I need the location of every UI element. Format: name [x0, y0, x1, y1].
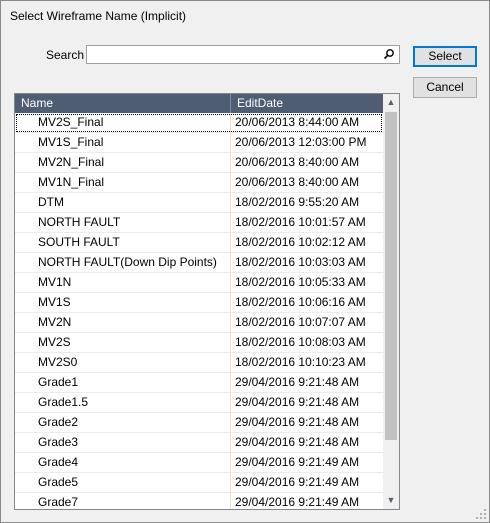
search-field[interactable] — [86, 45, 400, 64]
cancel-button[interactable]: Cancel — [413, 77, 477, 98]
select-wireframe-dialog: Select Wireframe Name (Implicit) Search … — [0, 0, 490, 523]
table-row[interactable]: SOUTH FAULT 18/02/2016 10:02:12 AM — [15, 233, 383, 253]
cell-editdate: 29/04/2016 9:21:48 AM — [235, 415, 360, 429]
cell-name: Grade3 — [15, 433, 231, 452]
cell-name: Grade1 — [15, 373, 231, 392]
cell-name: MV2S — [15, 333, 231, 352]
cell-name: MV2N_Final — [15, 153, 231, 172]
cell-editdate: 20/06/2013 8:44:00 AM — [235, 115, 360, 129]
table-row[interactable]: MV1S 18/02/2016 10:06:16 AM — [15, 293, 383, 313]
cell-editdate: 29/04/2016 9:21:48 AM — [235, 435, 360, 449]
cell-editdate: 29/04/2016 9:21:48 AM — [235, 375, 360, 389]
cell-editdate: 20/06/2013 8:40:00 AM — [235, 175, 360, 189]
cell-name: MV2S0 — [15, 353, 231, 372]
cell-name: Grade4 — [15, 453, 231, 472]
table-row[interactable]: MV1S_Final 20/06/2013 12:03:00 PM — [15, 133, 383, 153]
table-row[interactable]: NORTH FAULT(Down Dip Points) 18/02/2016 1… — [15, 253, 383, 273]
cell-editdate: 18/02/2016 10:05:33 AM — [235, 275, 366, 289]
table-row[interactable]: Grade4 29/04/2016 9:21:49 AM — [15, 453, 383, 473]
cell-editdate: 20/06/2013 12:03:00 PM — [235, 135, 367, 149]
select-button[interactable]: Select — [413, 46, 477, 67]
scroll-thumb[interactable] — [385, 112, 397, 440]
cell-editdate: 29/04/2016 9:21:49 AM — [235, 475, 360, 489]
cell-name: MV1S — [15, 293, 231, 312]
cell-name: Grade2 — [15, 413, 231, 432]
search-icon[interactable] — [383, 48, 395, 60]
table-row[interactable]: MV1N_Final 20/06/2013 8:40:00 AM — [15, 173, 383, 193]
cell-name: NORTH FAULT(Down Dip Points) — [15, 253, 231, 272]
cell-name: NORTH FAULT — [15, 213, 231, 232]
cell-editdate: 18/02/2016 10:02:12 AM — [235, 235, 366, 249]
cell-name: DTM — [15, 193, 231, 212]
cell-name: Grade7 — [15, 493, 231, 509]
scroll-down-icon[interactable]: ▼ — [383, 492, 399, 509]
table-row[interactable]: Grade1 29/04/2016 9:21:48 AM — [15, 373, 383, 393]
column-header-editdate[interactable]: EditDate — [231, 94, 383, 113]
cell-editdate: 29/04/2016 9:21:49 AM — [235, 455, 360, 469]
search-label: Search — [46, 48, 85, 62]
cell-name: SOUTH FAULT — [15, 233, 231, 252]
cell-editdate: 20/06/2013 8:40:00 AM — [235, 155, 360, 169]
cell-editdate: 18/02/2016 10:06:16 AM — [235, 295, 366, 309]
cell-name: Grade1.5 — [15, 393, 231, 412]
table-row[interactable]: Grade3 29/04/2016 9:21:48 AM — [15, 433, 383, 453]
cell-name: MV1N_Final — [15, 173, 231, 192]
cell-name: Grade5 — [15, 473, 231, 492]
table-row[interactable]: Grade1.5 29/04/2016 9:21:48 AM — [15, 393, 383, 413]
wireframe-grid[interactable]: Name EditDate MV2S_Final 20/06/2013 8:44:… — [14, 93, 400, 510]
search-input[interactable] — [87, 46, 383, 63]
cell-name: MV1N — [15, 273, 231, 292]
table-row[interactable]: NORTH FAULT 18/02/2016 10:01:57 AM — [15, 213, 383, 233]
grid-header: Name EditDate — [15, 94, 383, 113]
cell-editdate: 29/04/2016 9:21:49 AM — [235, 495, 360, 509]
table-row[interactable]: MV2N_Final 20/06/2013 8:40:00 AM — [15, 153, 383, 173]
column-header-name[interactable]: Name — [15, 94, 231, 113]
cell-name: MV2S_Final — [15, 113, 231, 132]
resize-grip-icon[interactable] — [476, 509, 486, 519]
table-row[interactable]: MV2S 18/02/2016 10:08:03 AM — [15, 333, 383, 353]
table-row[interactable]: MV2S0 18/02/2016 10:10:23 AM — [15, 353, 383, 373]
table-row[interactable]: Grade7 29/04/2016 9:21:49 AM — [15, 493, 383, 509]
table-row[interactable]: Grade2 29/04/2016 9:21:48 AM — [15, 413, 383, 433]
cell-editdate: 18/02/2016 10:10:23 AM — [235, 355, 366, 369]
cell-editdate: 18/02/2016 10:01:57 AM — [235, 215, 366, 229]
table-row[interactable]: MV1N 18/02/2016 10:05:33 AM — [15, 273, 383, 293]
table-row[interactable]: MV2S_Final 20/06/2013 8:44:00 AM — [15, 113, 383, 133]
scroll-up-icon[interactable]: ▲ — [383, 94, 399, 111]
table-row[interactable]: DTM 18/02/2016 9:55:20 AM — [15, 193, 383, 213]
table-row[interactable]: Grade5 29/04/2016 9:21:49 AM — [15, 473, 383, 493]
cell-editdate: 18/02/2016 9:55:20 AM — [235, 195, 360, 209]
table-row[interactable]: MV2N 18/02/2016 10:07:07 AM — [15, 313, 383, 333]
cell-name: MV1S_Final — [15, 133, 231, 152]
vertical-scrollbar[interactable]: ▲ ▼ — [383, 94, 399, 509]
grid-rows: MV2S_Final 20/06/2013 8:44:00 AM MV1S_Fina… — [15, 113, 383, 509]
cell-editdate: 18/02/2016 10:08:03 AM — [235, 335, 366, 349]
dialog-title: Select Wireframe Name (Implicit) — [10, 9, 187, 23]
cell-name: MV2N — [15, 313, 231, 332]
cell-editdate: 29/04/2016 9:21:48 AM — [235, 395, 360, 409]
cell-editdate: 18/02/2016 10:07:07 AM — [235, 315, 366, 329]
cell-editdate: 18/02/2016 10:03:03 AM — [235, 255, 366, 269]
